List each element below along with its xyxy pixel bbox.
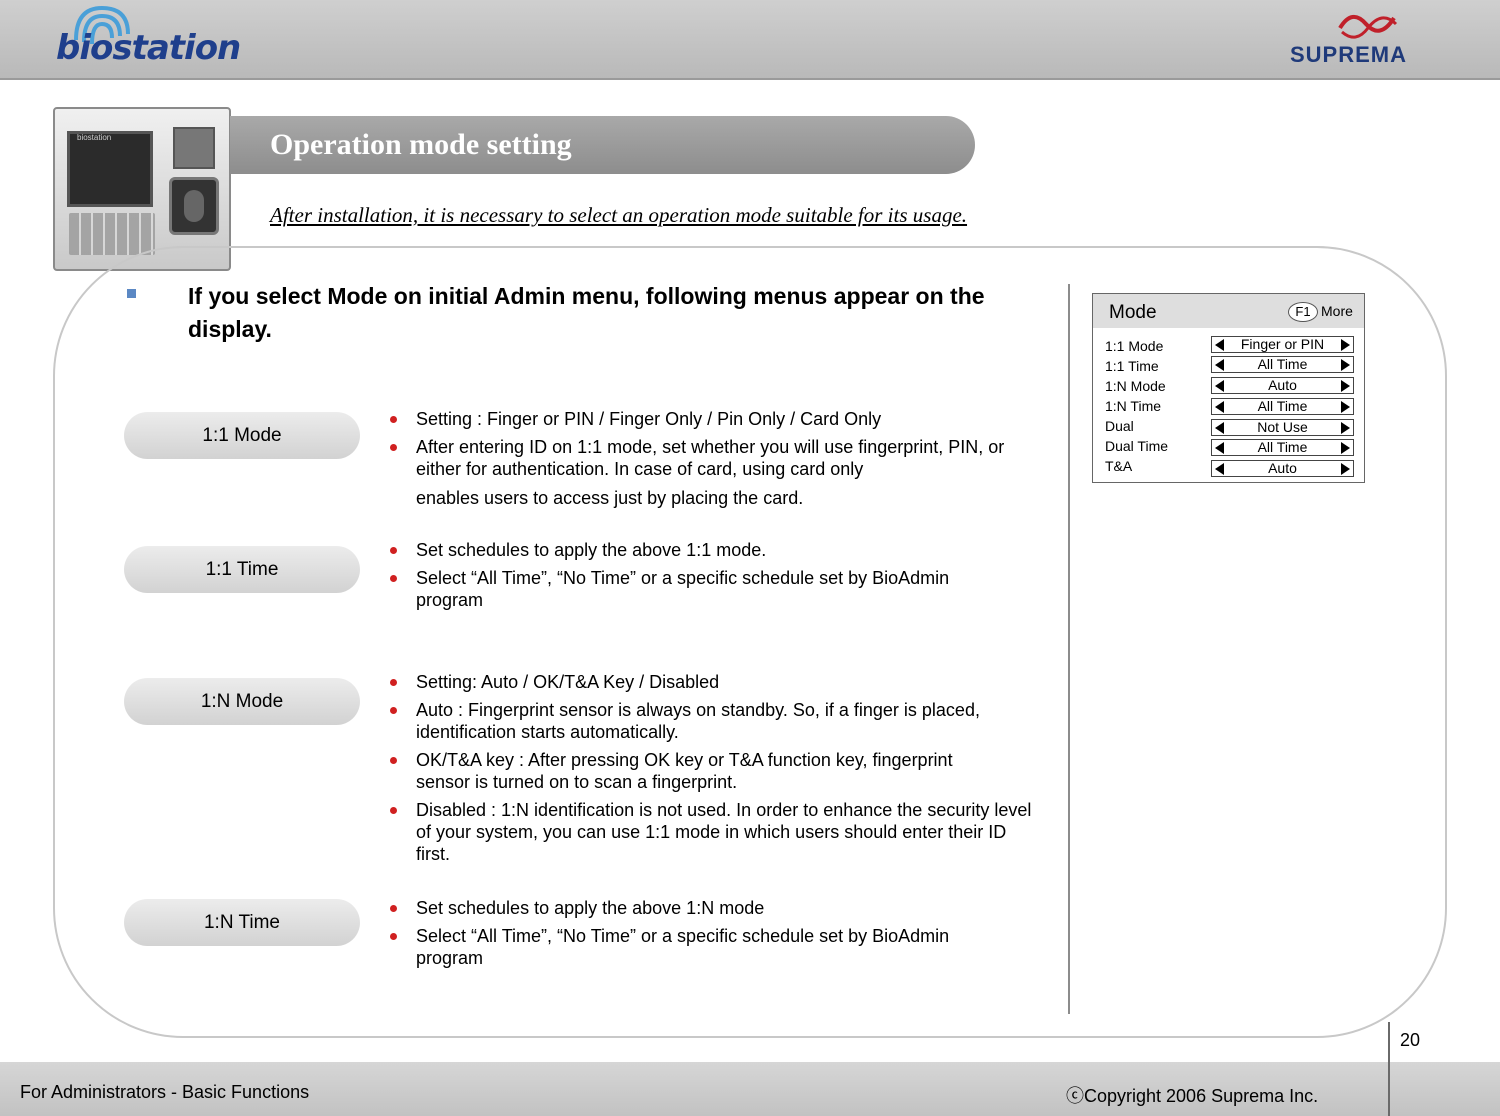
right-arrow-icon [1341, 359, 1350, 371]
red-dot-icon [390, 707, 397, 714]
device-keypad [69, 213, 155, 255]
lcd-title: Mode [1109, 302, 1157, 323]
red-dot-icon [390, 416, 397, 423]
infinity-swirl-icon [1338, 15, 1398, 39]
lcd-option-selector: Auto [1211, 377, 1354, 394]
bullet-text: Setting: Auto / OK/T&A Key / Disabled [416, 672, 720, 692]
bullet-text-continued: enables users to access just by placing … [416, 488, 804, 508]
bullet-text: Disabled : 1:N identification is not use… [416, 800, 1032, 864]
red-dot-icon [390, 575, 397, 582]
device-screen [67, 131, 153, 207]
lcd-option-selector: All Time [1211, 439, 1354, 456]
lcd-option-value: Not Use [1257, 419, 1308, 435]
lcd-row-label: 1:1 Mode [1105, 338, 1164, 354]
lcd-row-label: 1:1 Time [1105, 358, 1159, 374]
left-arrow-icon [1215, 380, 1224, 392]
red-dot-icon [390, 905, 397, 912]
right-arrow-icon [1341, 422, 1350, 434]
page-number-divider [1388, 1022, 1390, 1116]
logo-left-text: biostation [56, 28, 241, 68]
vertical-divider [1068, 284, 1070, 1014]
mode-pill-1-1-time: 1:1 Time [124, 546, 360, 593]
bullet-item: Setting : Finger or PIN / Finger Only / … [390, 408, 1050, 430]
bullet-item: Setting: Auto / OK/T&A Key / Disabled [390, 671, 1050, 693]
bullet-item: Set schedules to apply the above 1:1 mod… [390, 539, 1050, 561]
bullet-text: OK/T&A key : After pressing OK key or T&… [416, 750, 953, 792]
mode-pill-1-n-mode: 1:N Mode [124, 678, 360, 725]
f1-key-icon: F1 [1288, 302, 1318, 322]
biostation-logo: biostation [52, 0, 272, 75]
lcd-option-value: All Time [1257, 356, 1308, 372]
page-subtitle: After installation, it is necessary to s… [270, 203, 968, 227]
bullet-item: After entering ID on 1:1 mode, set wheth… [390, 436, 1050, 509]
footer-copyright: ⓒCopyright 2006 Suprema Inc. [1066, 1086, 1319, 1106]
bullet-item: Disabled : 1:N identification is not use… [390, 799, 1040, 865]
lcd-row-label: 1:N Mode [1105, 378, 1166, 394]
lcd-option-selector: Auto [1211, 460, 1354, 477]
lcd-option-selector: Not Use [1211, 419, 1354, 436]
lcd-option-value: All Time [1257, 398, 1308, 414]
lcd-row-label: Dual [1105, 418, 1134, 434]
left-arrow-icon [1215, 401, 1224, 413]
red-dot-icon [390, 444, 397, 451]
bullet-text: Set schedules to apply the above 1:1 mod… [416, 540, 767, 560]
bullet-item: Set schedules to apply the above 1:N mod… [390, 897, 1050, 919]
lcd-option-selector: All Time [1211, 356, 1354, 373]
title-bar: Operation mode setting [230, 116, 975, 174]
bullet-item: OK/T&A key : After pressing OK key or T&… [390, 749, 970, 793]
red-dot-icon [390, 757, 397, 764]
bullet-text: Setting : Finger or PIN / Finger Only / … [416, 409, 882, 429]
description-1-1-time: Set schedules to apply the above 1:1 mod… [390, 539, 1050, 617]
bullet-item: Auto : Fingerprint sensor is always on s… [390, 699, 1020, 743]
mode-pill-1-n-time: 1:N Time [124, 899, 360, 946]
right-arrow-icon [1341, 442, 1350, 454]
left-arrow-icon [1215, 339, 1224, 351]
red-dot-icon [390, 547, 397, 554]
device-screen-label: biostation [77, 133, 112, 142]
fingerprint-sensor [169, 177, 219, 235]
right-arrow-icon [1341, 463, 1350, 475]
square-bullet-icon [127, 289, 136, 298]
right-arrow-icon [1341, 401, 1350, 413]
lcd-option-value: Auto [1268, 377, 1297, 393]
description-1-n-mode: Setting: Auto / OK/T&A Key / Disabled Au… [390, 671, 1050, 871]
bullet-text: Auto : Fingerprint sensor is always on s… [416, 700, 980, 742]
lcd-row-label: T&A [1105, 458, 1133, 474]
bullet-text: Set schedules to apply the above 1:N mod… [416, 898, 765, 918]
bullet-text: Select “All Time”, “No Time” or a specif… [416, 926, 950, 968]
suprema-logo: SUPREMA [1290, 4, 1460, 74]
red-dot-icon [390, 679, 397, 686]
bullet-text: Select “All Time”, “No Time” or a specif… [416, 568, 950, 610]
bullet-item: Select “All Time”, “No Time” or a specif… [390, 567, 970, 611]
right-arrow-icon [1341, 380, 1350, 392]
lcd-option-value: Auto [1268, 460, 1297, 476]
lcd-row-label: 1:N Time [1105, 398, 1162, 414]
lcd-more-label: More [1321, 303, 1353, 319]
left-arrow-icon [1215, 463, 1224, 475]
mode-pill-1-1-mode: 1:1 Mode [124, 412, 360, 459]
left-arrow-icon [1215, 359, 1224, 371]
lcd-mode-menu: Mode F1 More 1:1 Mode 1:1 Time 1:N Mode … [1092, 293, 1365, 483]
page-number: 20 [1400, 1030, 1421, 1050]
section-heading: If you select Mode on initial Admin menu… [188, 283, 985, 342]
lcd-row-label: Dual Time [1105, 438, 1169, 454]
right-arrow-icon [1341, 339, 1350, 351]
left-arrow-icon [1215, 422, 1224, 434]
red-dot-icon [390, 933, 397, 940]
lcd-option-selector: All Time [1211, 398, 1354, 415]
logo-right-text: SUPREMA [1290, 42, 1408, 67]
lcd-option-value: All Time [1257, 439, 1308, 455]
footer-section-label: For Administrators - Basic Functions [20, 1082, 310, 1102]
red-dot-icon [390, 807, 397, 814]
bullet-item: Select “All Time”, “No Time” or a specif… [390, 925, 970, 969]
description-1-1-mode: Setting : Finger or PIN / Finger Only / … [390, 408, 1050, 515]
description-1-n-time: Set schedules to apply the above 1:N mod… [390, 897, 1050, 975]
page-title: Operation mode setting [270, 128, 572, 161]
bullet-text: After entering ID on 1:1 mode, set wheth… [416, 437, 1005, 479]
lcd-option-value: Finger or PIN [1240, 336, 1325, 352]
device-navpad [173, 127, 215, 169]
lcd-option-selector: Finger or PIN [1211, 336, 1354, 353]
left-arrow-icon [1215, 442, 1224, 454]
